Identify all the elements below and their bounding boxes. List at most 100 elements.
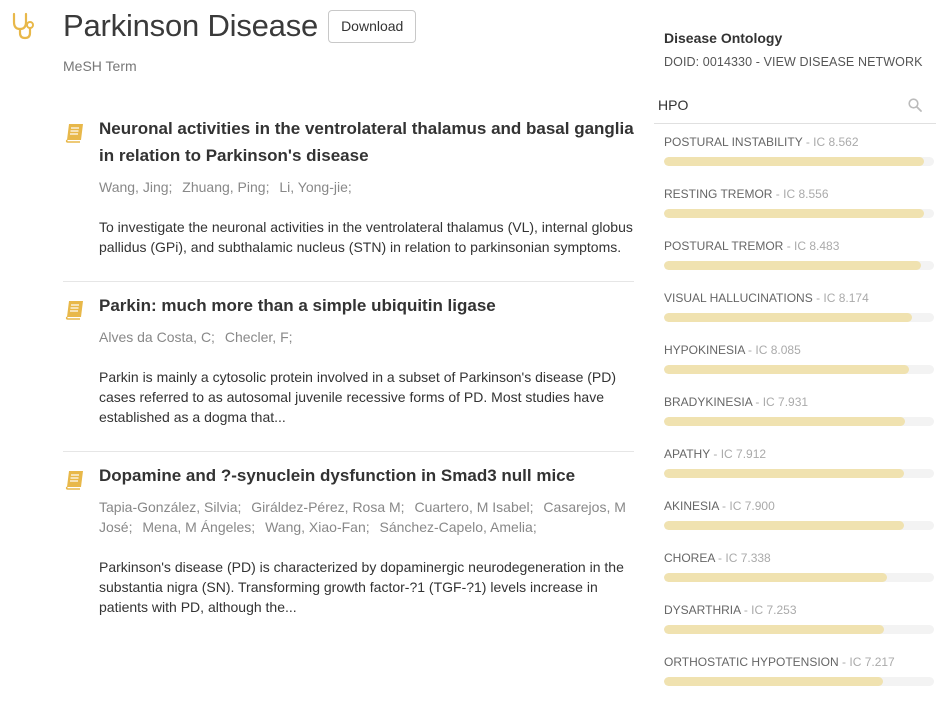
hpo-score-fill [664, 625, 885, 634]
author-link[interactable]: Checler, F; [225, 329, 293, 345]
hpo-term: ORTHOSTATIC HYPOTENSION [664, 655, 839, 669]
sidebar: Disease Ontology DOID: 0014330 - VIEW DI… [654, 30, 936, 707]
article-item: Neuronal activities in the ventrolateral… [63, 105, 634, 282]
hpo-ic-score: - IC 8.562 [805, 135, 859, 149]
author-link[interactable]: Li, Yong-jie; [279, 179, 351, 195]
hpo-item[interactable]: VISUAL HALLUCINATIONS - IC 8.174 [664, 291, 936, 343]
hpo-score-bar [664, 521, 934, 530]
hpo-item[interactable]: CHOREA - IC 7.338 [664, 551, 936, 603]
hpo-score-bar [664, 313, 934, 322]
author-link[interactable]: Tapia-González, Silvia; [99, 499, 241, 515]
hpo-score-fill [664, 573, 887, 582]
page-subtitle: MeSH Term [63, 58, 137, 74]
hpo-label: APATHY - IC 7.912 [664, 447, 936, 461]
hpo-term: RESTING TREMOR [664, 187, 773, 201]
search-icon[interactable] [908, 98, 922, 112]
hpo-label: BRADYKINESIA - IC 7.931 [664, 395, 936, 409]
article-authors: Wang, Jing; Zhuang, Ping; Li, Yong-jie; [99, 177, 634, 197]
author-link[interactable]: Giráldez-Pérez, Rosa M; [251, 499, 404, 515]
hpo-ic-score: - IC 7.338 [718, 551, 771, 565]
hpo-search [654, 89, 936, 124]
hpo-label: DYSARTHRIA - IC 7.253 [664, 603, 936, 617]
hpo-item[interactable]: ORTHOSTATIC HYPOTENSION - IC 7.217 [664, 655, 936, 707]
hpo-ic-score: - IC 7.931 [755, 395, 809, 409]
author-link[interactable]: Alves da Costa, C; [99, 329, 215, 345]
article-abstract: Parkin is mainly a cytosolic protein inv… [99, 369, 617, 425]
hpo-score-fill [664, 521, 904, 530]
hpo-score-fill [664, 261, 922, 270]
hpo-ic-score: - IC 8.556 [775, 187, 829, 201]
hpo-ic-score: - IC 8.085 [748, 343, 801, 357]
hpo-score-bar [664, 261, 934, 270]
article-item: Parkin: much more than a simple ubiquiti… [63, 282, 634, 452]
hpo-term: CHOREA [664, 551, 715, 565]
hpo-score-fill [664, 677, 883, 686]
hpo-ic-score: - IC 7.253 [743, 603, 797, 617]
hpo-item[interactable]: POSTURAL TREMOR - IC 8.483 [664, 239, 936, 291]
hpo-score-fill [664, 209, 924, 218]
hpo-score-fill [664, 469, 905, 478]
book-icon [64, 121, 86, 143]
search-input[interactable] [654, 89, 888, 121]
hpo-term: HYPOKINESIA [664, 343, 745, 357]
hpo-term: AKINESIA [664, 499, 719, 513]
hpo-item[interactable]: DYSARTHRIA - IC 7.253 [664, 603, 936, 655]
hpo-item[interactable]: BRADYKINESIA - IC 7.931 [664, 395, 936, 447]
article-item: Dopamine and ?-synuclein dysfunction in … [63, 452, 634, 641]
hpo-label: HYPOKINESIA - IC 8.085 [664, 343, 936, 357]
hpo-score-fill [664, 417, 905, 426]
hpo-score-bar [664, 625, 934, 634]
download-button[interactable]: Download [328, 9, 417, 43]
book-icon [64, 298, 86, 320]
author-link[interactable]: Zhuang, Ping; [182, 179, 269, 195]
hpo-score-fill [664, 157, 924, 166]
hpo-label: POSTURAL TREMOR - IC 8.483 [664, 239, 936, 253]
hpo-label: ORTHOSTATIC HYPOTENSION - IC 7.217 [664, 655, 936, 669]
hpo-term: DYSARTHRIA [664, 603, 741, 617]
hpo-score-bar [664, 209, 934, 218]
author-link[interactable]: Wang, Xiao-Fan; [265, 519, 370, 535]
author-link[interactable]: Sánchez-Capelo, Amelia; [380, 519, 537, 535]
hpo-score-bar [664, 157, 934, 166]
hpo-term: VISUAL HALLUCINATIONS [664, 291, 813, 305]
stethoscope-icon[interactable] [10, 12, 36, 40]
hpo-ic-score: - IC 7.900 [722, 499, 775, 513]
hpo-item[interactable]: APATHY - IC 7.912 [664, 447, 936, 499]
hpo-item[interactable]: HYPOKINESIA - IC 8.085 [664, 343, 936, 395]
article-abstract: To investigate the neuronal activities i… [99, 219, 633, 255]
hpo-score-fill [664, 365, 910, 374]
hpo-ic-score: - IC 8.483 [786, 239, 840, 253]
hpo-ic-score: - IC 8.174 [816, 291, 869, 305]
article-abstract: Parkinson's disease (PD) is characterize… [99, 559, 624, 615]
hpo-label: RESTING TREMOR - IC 8.556 [664, 187, 936, 201]
ontology-title: Disease Ontology [664, 30, 783, 46]
hpo-term: APATHY [664, 447, 711, 461]
hpo-ic-score: - IC 7.912 [713, 447, 767, 461]
hpo-score-bar [664, 365, 934, 374]
article-title[interactable]: Parkin: much more than a simple ubiquiti… [99, 292, 634, 319]
author-link[interactable]: Wang, Jing; [99, 179, 172, 195]
hpo-item[interactable]: AKINESIA - IC 7.900 [664, 499, 936, 551]
hpo-ic-score: - IC 7.217 [842, 655, 895, 669]
hpo-label: VISUAL HALLUCINATIONS - IC 8.174 [664, 291, 936, 305]
view-disease-network-link[interactable]: DOID: 0014330 - VIEW DISEASE NETWORK [664, 55, 936, 69]
hpo-score-bar [664, 677, 934, 686]
hpo-item[interactable]: RESTING TREMOR - IC 8.556 [664, 187, 936, 239]
article-authors: Alves da Costa, C; Checler, F; [99, 327, 634, 347]
hpo-item[interactable]: POSTURAL INSTABILITY - IC 8.562 [664, 135, 936, 187]
book-icon [64, 468, 86, 490]
author-link[interactable]: Mena, M Ángeles; [142, 519, 255, 535]
article-title[interactable]: Dopamine and ?-synuclein dysfunction in … [99, 462, 634, 489]
page-header: Parkinson Disease Download [63, 8, 417, 44]
article-title[interactable]: Neuronal activities in the ventrolateral… [99, 115, 634, 169]
hpo-label: CHOREA - IC 7.338 [664, 551, 936, 565]
hpo-score-bar [664, 573, 934, 582]
hpo-term: BRADYKINESIA [664, 395, 753, 409]
hpo-score-bar [664, 469, 934, 478]
hpo-label: POSTURAL INSTABILITY - IC 8.562 [664, 135, 936, 149]
article-authors: Tapia-González, Silvia; Giráldez-Pérez, … [99, 497, 634, 537]
hpo-label: AKINESIA - IC 7.900 [664, 499, 936, 513]
article-list: Neuronal activities in the ventrolateral… [63, 105, 634, 641]
author-link[interactable]: Cuartero, M Isabel; [414, 499, 533, 515]
hpo-term: POSTURAL INSTABILITY [664, 135, 803, 149]
